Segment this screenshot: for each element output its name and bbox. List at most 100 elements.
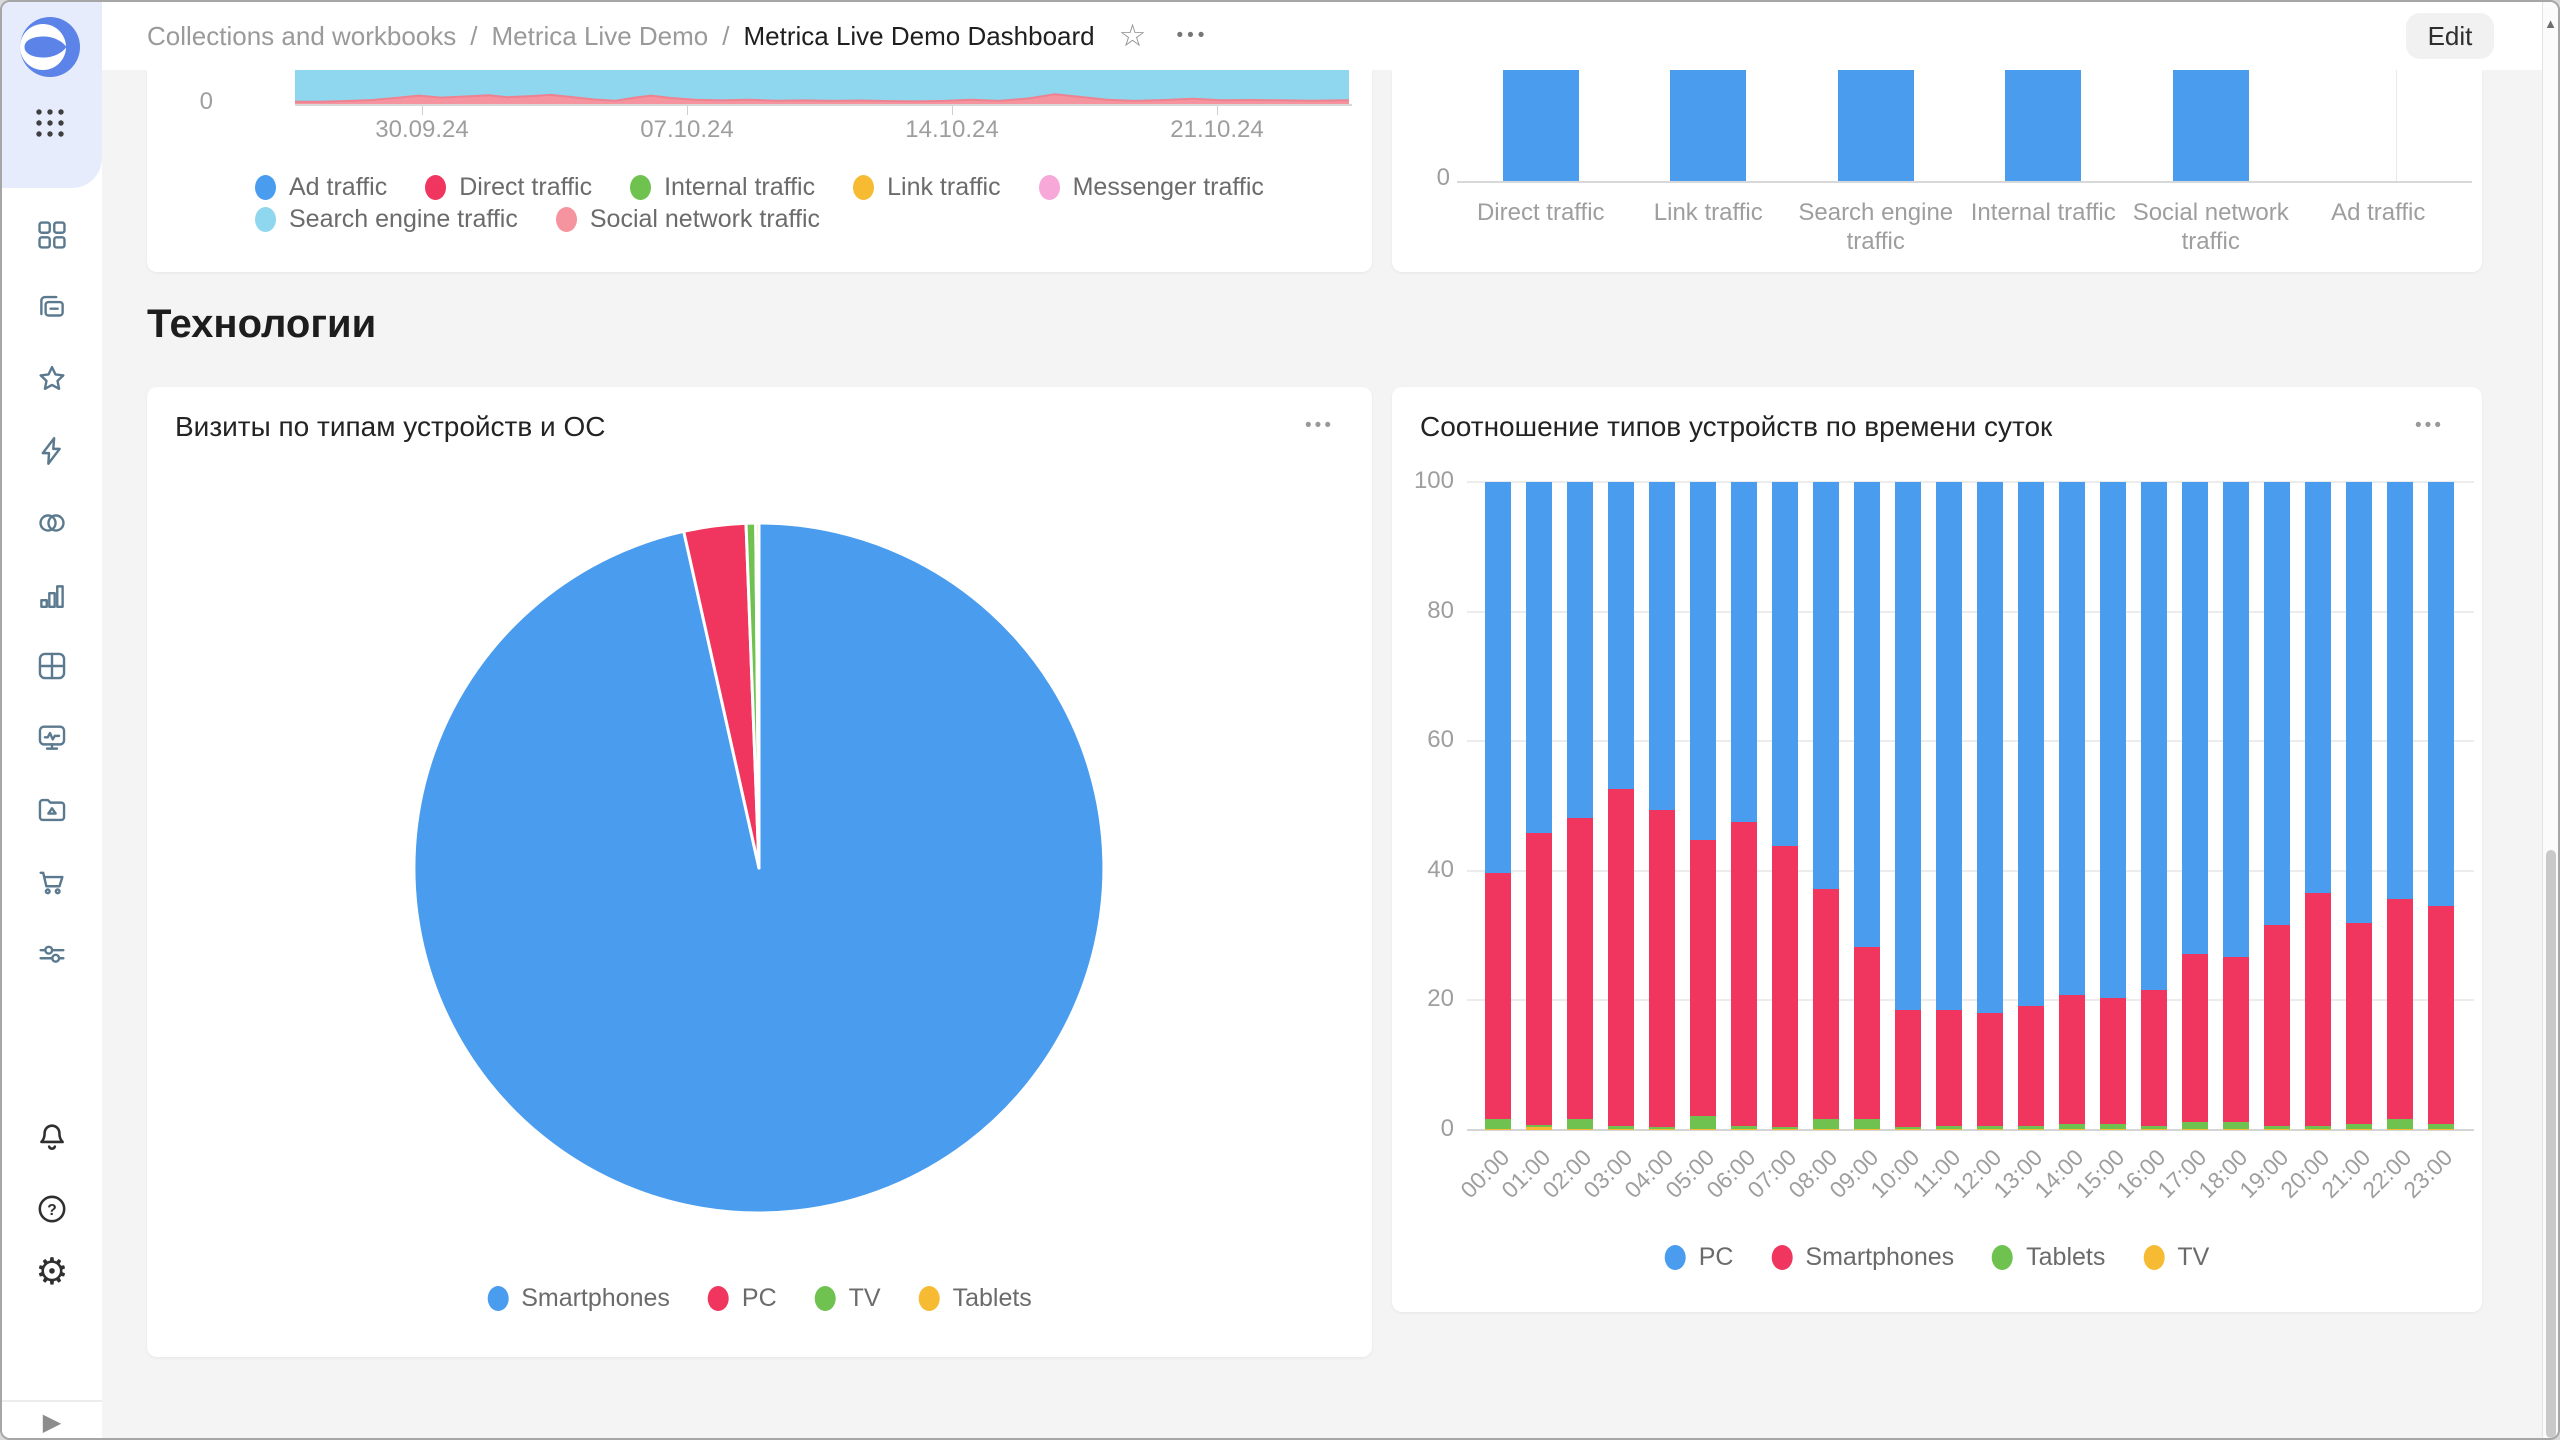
legend-item-messenger-traffic[interactable]: Messenger traffic: [1039, 173, 1264, 202]
stacked-bar-plot: [1477, 482, 2462, 1130]
legend-marker: [919, 1286, 940, 1311]
scrollbar-thumb[interactable]: [2546, 850, 2556, 1438]
vertical-scrollbar[interactable]: ▲: [2542, 2, 2558, 1440]
sidebar-header: [2, 2, 102, 188]
legend-item-tablets[interactable]: Tablets: [919, 1284, 1032, 1313]
traffic-source-bar-chart-card: 0 Direct trafficLink trafficSearch engin…: [1392, 70, 2482, 272]
segment-pc: [1772, 482, 1798, 846]
legend-item-direct-traffic[interactable]: Direct traffic: [425, 173, 592, 202]
stacked-bar-18:00[interactable]: [2223, 482, 2249, 1130]
stacked-bar-07:00[interactable]: [1772, 482, 1798, 1130]
stacked-bar-05:00[interactable]: [1690, 482, 1716, 1130]
marketplace-cart-icon[interactable]: [35, 865, 69, 899]
expand-sidebar-button[interactable]: ▶: [43, 1408, 61, 1437]
segment-tablets: [1567, 1119, 1593, 1129]
stacked-bar-23:00[interactable]: [2428, 482, 2454, 1130]
stacked-bar-09:00[interactable]: [1854, 482, 1880, 1130]
segment-smartphones: [2223, 957, 2249, 1122]
segment-tv: [1772, 1129, 1798, 1130]
legend-item-tv[interactable]: TV: [2143, 1243, 2209, 1272]
segment-tv: [1813, 1129, 1839, 1130]
stacked-bar-04:00[interactable]: [1649, 482, 1675, 1130]
legend-item-pc[interactable]: PC: [708, 1284, 777, 1313]
legend-item-tablets[interactable]: Tablets: [1992, 1243, 2105, 1272]
segment-tv: [1854, 1129, 1880, 1130]
legend-item-tv[interactable]: TV: [815, 1284, 881, 1313]
segment-smartphones: [2018, 1006, 2044, 1126]
segment-pc: [1895, 482, 1921, 1010]
stacked-bar-20:00[interactable]: [2305, 482, 2331, 1130]
connections-icon[interactable]: [35, 506, 69, 540]
segment-smartphones: [1977, 1013, 2003, 1126]
dashboards-monitor-icon[interactable]: [35, 721, 69, 755]
breadcrumb-collections[interactable]: Collections and workbooks: [147, 21, 456, 52]
chart-menu-ellipsis-icon[interactable]: •••: [1305, 415, 1334, 437]
segment-tv: [1526, 1127, 1552, 1130]
stacked-bar-22:00[interactable]: [2387, 482, 2413, 1130]
datasets-table-icon[interactable]: [35, 649, 69, 683]
chart-menu-ellipsis-icon[interactable]: •••: [2415, 415, 2444, 437]
legend-item-smartphones[interactable]: Smartphones: [487, 1284, 670, 1313]
bar-direct-traffic[interactable]: [1503, 70, 1579, 181]
segment-tv: [1485, 1129, 1511, 1130]
edit-button[interactable]: Edit: [2406, 13, 2494, 59]
favorite-star-icon[interactable]: ☆: [1119, 18, 1147, 54]
legend-item-ad-traffic[interactable]: Ad traffic: [255, 173, 387, 202]
segment-smartphones: [2059, 995, 2085, 1125]
page-menu-ellipsis-icon[interactable]: •••: [1176, 25, 1208, 47]
legend-label: TV: [849, 1284, 881, 1313]
legend-item-social-network-traffic[interactable]: Social network traffic: [556, 205, 820, 234]
stacked-bar-02:00[interactable]: [1567, 482, 1593, 1130]
datalens-logo-icon[interactable]: [20, 17, 80, 77]
legend-item-link-traffic[interactable]: Link traffic: [853, 173, 1000, 202]
workbooks-grid-icon[interactable]: [35, 218, 69, 252]
editor-lightning-icon[interactable]: [35, 434, 69, 468]
stacked-bar-01:00[interactable]: [1526, 482, 1552, 1130]
bar-social-network-traffic[interactable]: [2173, 70, 2249, 181]
legend-label: Smartphones: [1805, 1243, 1954, 1272]
stacked-bar-12:00[interactable]: [1977, 482, 2003, 1130]
bar-internal-traffic[interactable]: [2005, 70, 2081, 181]
stacked-bar-03:00[interactable]: [1608, 482, 1634, 1130]
charts-icon[interactable]: [35, 579, 69, 613]
stacked-bar-11:00[interactable]: [1936, 482, 1962, 1130]
services-sliders-icon[interactable]: [35, 937, 69, 971]
collections-icon[interactable]: [35, 290, 69, 324]
legend-item-internal-traffic[interactable]: Internal traffic: [630, 173, 815, 202]
stacked-bar-16:00[interactable]: [2141, 482, 2167, 1130]
favorites-star-icon[interactable]: [35, 362, 69, 396]
legend-item-search-engine-traffic[interactable]: Search engine traffic: [255, 205, 518, 234]
stacked-bar-19:00[interactable]: [2264, 482, 2290, 1130]
storage-folder-icon[interactable]: [35, 793, 69, 827]
segment-pc: [2059, 482, 2085, 995]
bar-search-engine-traffic[interactable]: [1838, 70, 1914, 181]
stacked-bar-06:00[interactable]: [1731, 482, 1757, 1130]
scroll-up-arrow-icon[interactable]: ▲: [2543, 16, 2558, 31]
legend-item-smartphones[interactable]: Smartphones: [1771, 1243, 1954, 1272]
segment-tablets: [2387, 1119, 2413, 1129]
breadcrumb-workbook[interactable]: Metrica Live Demo: [492, 21, 709, 52]
stacked-bar-13:00[interactable]: [2018, 482, 2044, 1130]
legend-marker: [1992, 1245, 2013, 1270]
area-chart-plot[interactable]: [295, 70, 1349, 105]
notifications-bell-icon[interactable]: [35, 1120, 69, 1154]
stacked-bar-08:00[interactable]: [1813, 482, 1839, 1130]
stacked-bar-00:00[interactable]: [1485, 482, 1511, 1130]
help-icon[interactable]: ?: [35, 1192, 69, 1226]
stacked-bar-10:00[interactable]: [1895, 482, 1921, 1130]
stacked-bar-15:00[interactable]: [2100, 482, 2126, 1130]
segment-pc: [2428, 482, 2454, 906]
stacked-bar-17:00[interactable]: [2182, 482, 2208, 1130]
stacked-bar-21:00[interactable]: [2346, 482, 2372, 1130]
segment-smartphones: [2346, 923, 2372, 1124]
bar-link-traffic[interactable]: [1670, 70, 1746, 181]
settings-gear-icon[interactable]: ⚙: [35, 1255, 69, 1289]
segment-tv: [2018, 1129, 2044, 1130]
segment-tablets: [1690, 1116, 1716, 1129]
legend-item-pc[interactable]: PC: [1665, 1243, 1734, 1272]
apps-grid-icon[interactable]: [33, 106, 67, 140]
segment-tablets: [1813, 1119, 1839, 1129]
legend-marker: [2143, 1245, 2164, 1270]
segment-tv: [2182, 1129, 2208, 1130]
stacked-bar-14:00[interactable]: [2059, 482, 2085, 1130]
